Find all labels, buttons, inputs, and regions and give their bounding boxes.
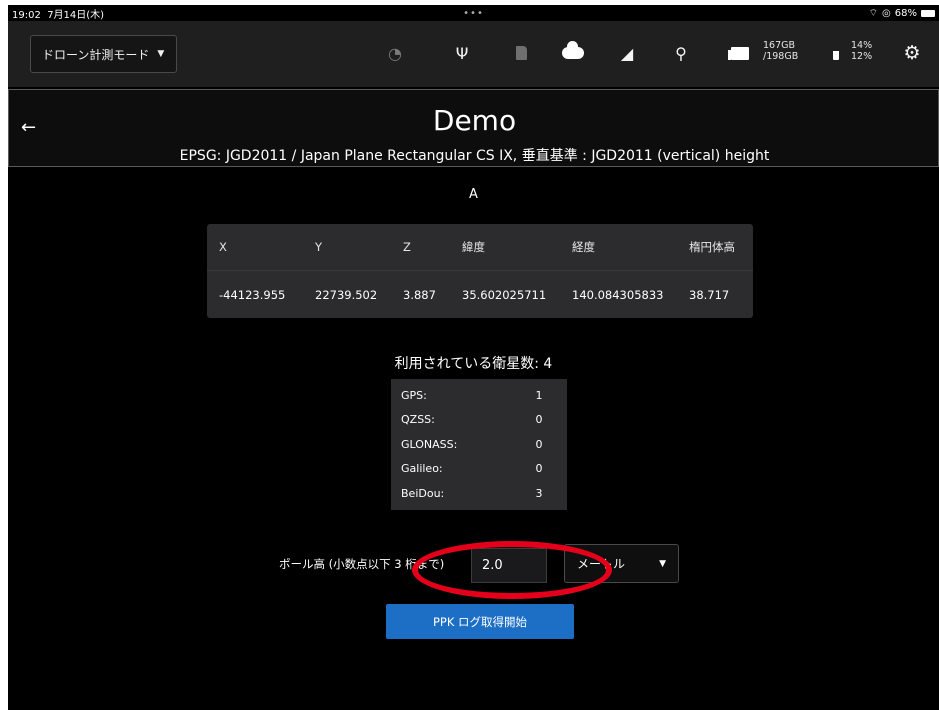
table-cell: -44123.955 (219, 287, 286, 302)
multitasking-dots[interactable]: ••• (463, 8, 484, 19)
status-time: 19:02 7月14日(木) (12, 6, 104, 21)
table-cell: 38.717 (689, 287, 730, 302)
satellite-list: GPS: 1 QZSS: 0 GLONASS: 0 Galileo: 0 Bei… (391, 379, 567, 510)
gear-icon[interactable]: ⚙ (901, 42, 923, 64)
ppk-log-start-button[interactable]: PPK ログ取得開始 (386, 604, 574, 639)
satellite-count: 0 (535, 413, 543, 427)
column-header: 楕円体高 (689, 240, 735, 254)
crs-subtitle: EPSG: JGD2011 / Japan Plane Rectangular … (179, 148, 770, 164)
satellite-count: 0 (535, 462, 543, 476)
device-battery-icon (825, 42, 847, 64)
table-cell: 3.887 (403, 287, 436, 302)
battery-icon (921, 9, 935, 17)
app-toolbar: ドローン計測モード ▼ ◔ Ψ ◢ ⚲ 167GB /198GB 14% 12%… (8, 21, 939, 87)
column-header: Z (403, 240, 411, 254)
battery-level-2: 12% (851, 51, 873, 62)
satellite-count: 0 (535, 437, 543, 451)
status-bar: 19:02 7月14日(木) ••• ⌔ ◎ 68% (8, 5, 939, 21)
mode-dropdown-label: ドローン計測モード (42, 47, 150, 62)
cloud-icon[interactable] (562, 41, 584, 64)
satellite-name: BeiDou: (401, 486, 445, 500)
column-header: 緯度 (462, 240, 485, 254)
table-cell: 22739.502 (315, 287, 378, 302)
list-item: QZSS: 0 (391, 408, 567, 433)
satellite-name: GPS: (401, 388, 427, 402)
battery-info: 14% 12% (851, 40, 872, 62)
chevron-down-icon: ▼ (157, 49, 165, 59)
status-battery-text: 68% (894, 7, 917, 19)
list-item: BeiDou: 3 (391, 481, 567, 506)
folder-icon[interactable] (728, 42, 751, 64)
wifi-icon: ⌔ (868, 7, 879, 19)
storage-info: 167GB /198GB (763, 40, 798, 62)
table-header: X Y Z 緯度 経度 楕円体高 (207, 224, 753, 271)
signal-off-icon[interactable]: ◢ (616, 42, 638, 64)
annotation-circle (412, 541, 612, 599)
column-header: 経度 (572, 240, 595, 254)
status-right: ⌔ ◎ 68% (869, 7, 935, 20)
status-date: 7月14日(木) (47, 9, 105, 21)
satellite-count-title: 利用されている衛星数: 4 (394, 356, 553, 372)
satellite-name: QZSS: (401, 413, 435, 427)
storage-total: /198GB (763, 51, 799, 62)
status-clock: 19:02 (12, 9, 41, 21)
point-name: A (469, 187, 478, 202)
list-item: GPS: 1 (391, 383, 567, 408)
satellite-count: 1 (535, 388, 543, 402)
main-content: ← Demo EPSG: JGD2011 / Japan Plane Recta… (8, 87, 939, 710)
table-row: -44123.955 22739.502 3.887 35.602025711 … (207, 271, 753, 318)
title-panel: ← Demo EPSG: JGD2011 / Japan Plane Recta… (8, 89, 939, 167)
list-item: GLONASS: 0 (391, 432, 567, 457)
chevron-down-icon: ▼ (659, 558, 666, 569)
mode-dropdown[interactable]: ドローン計測モード ▼ (30, 35, 177, 73)
satellite-name: GLONASS: (401, 437, 458, 451)
coordinate-table: X Y Z 緯度 経度 楕円体高 -44123.955 22739.502 3.… (207, 224, 753, 318)
column-header: Y (315, 240, 323, 254)
page-title: Demo (432, 104, 517, 137)
usb-icon[interactable]: Ψ (451, 42, 473, 64)
table-cell: 140.084305833 (572, 287, 664, 302)
storage-used: 167GB (763, 40, 796, 51)
location-icon: ◎ (882, 7, 891, 19)
column-header: X (219, 240, 227, 254)
sd-card-icon[interactable] (510, 42, 532, 64)
list-item: Galileo: 0 (391, 457, 567, 482)
satellite-icon[interactable]: ⚲ (670, 42, 692, 64)
table-cell: 35.602025711 (462, 287, 547, 302)
satellite-name: Galileo: (401, 462, 443, 476)
satellite-count: 3 (535, 486, 543, 500)
timer-icon[interactable]: ◔ (384, 42, 406, 64)
battery-level-1: 14% (851, 40, 873, 51)
